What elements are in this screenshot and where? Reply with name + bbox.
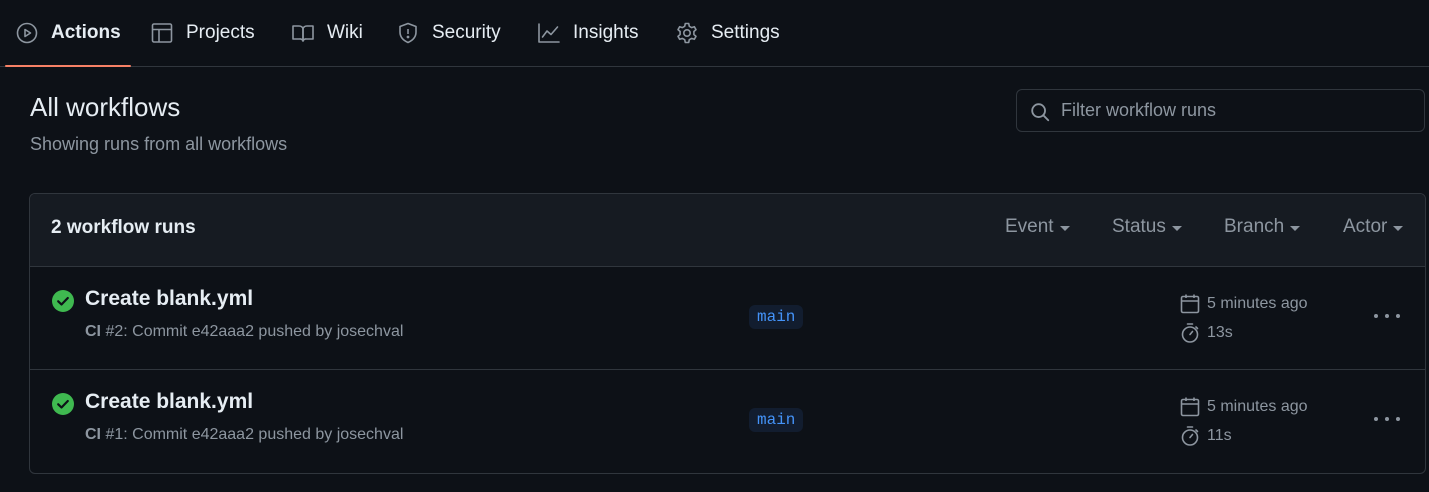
page-subtitle: Showing runs from all workflows [30,134,288,154]
workflow-runs-list: 2 workflow runs Event Status Branch Acto… [29,193,1426,474]
stopwatch-icon [1179,425,1201,447]
repo-nav: Actions Projects Wiki Security Insights … [0,0,1429,67]
table-icon [150,21,174,45]
tab-label: Settings [711,22,780,43]
branch-filter-dropdown[interactable]: Branch [1224,216,1301,238]
kebab-dot [1396,314,1400,318]
duration: 11s [1207,427,1232,444]
run-duration: 11s [1179,425,1232,447]
gear-icon [675,21,699,45]
tab-label: Projects [186,22,255,43]
filter-label: Event [1005,216,1054,237]
caret-down-icon [1059,225,1070,231]
tab-label: Actions [51,22,121,43]
runs-header: 2 workflow runs Event Status Branch Acto… [30,194,1425,267]
kebab-dot [1385,314,1389,318]
calendar-icon [1179,396,1201,418]
run-description: #2: Commit e42aaa2 pushed by josechval [101,323,404,340]
run-meta: CI #2: Commit e42aaa2 pushed by josechva… [85,323,403,341]
time-ago: 5 minutes ago [1207,398,1308,415]
run-title-link[interactable]: Create blank.yml [85,390,253,414]
tab-label: Security [432,22,501,43]
tab-label: Insights [573,22,639,43]
workflow-run-row[interactable]: Create blank.yml CI #1: Commit e42aaa2 p… [30,370,1425,473]
kebab-dot [1374,314,1378,318]
duration: 13s [1207,324,1233,341]
filter-label: Actor [1343,216,1388,237]
run-title-link[interactable]: Create blank.yml [85,287,253,311]
book-icon [291,21,315,45]
tab-settings[interactable]: Settings [675,0,780,66]
workflow-name: CI [85,323,101,340]
tab-wiki[interactable]: Wiki [291,0,363,66]
caret-down-icon [1393,225,1404,231]
filter-label: Branch [1224,216,1285,237]
shield-icon [396,21,420,45]
more-options-button[interactable] [1374,408,1400,430]
tab-insights[interactable]: Insights [537,0,638,66]
run-meta: CI #1: Commit e42aaa2 pushed by josechva… [85,426,403,444]
calendar-icon [1179,293,1201,315]
kebab-dot [1396,417,1400,421]
play-circle-icon [15,21,39,45]
kebab-dot [1374,417,1378,421]
more-options-button[interactable] [1374,305,1400,327]
tab-label: Wiki [327,22,363,43]
filter-search [1016,89,1425,132]
branch-label[interactable]: main [749,408,804,432]
event-filter-dropdown[interactable]: Event [1005,216,1070,238]
graph-icon [537,21,561,45]
tab-projects[interactable]: Projects [150,0,255,66]
tab-security[interactable]: Security [396,0,501,66]
stopwatch-icon [1179,322,1201,344]
branch-label[interactable]: main [749,305,804,329]
tab-actions[interactable]: Actions [5,0,131,67]
run-description: #1: Commit e42aaa2 pushed by josechval [101,426,404,443]
run-time: 5 minutes ago [1179,293,1308,315]
run-time: 5 minutes ago [1179,396,1308,418]
workflow-name: CI [85,426,101,443]
filter-workflow-runs-input[interactable] [1061,90,1416,131]
run-duration: 13s [1179,322,1233,344]
time-ago: 5 minutes ago [1207,295,1308,312]
check-circle-icon [52,290,74,312]
filter-label: Status [1112,216,1166,237]
actor-filter-dropdown[interactable]: Actor [1343,216,1404,238]
check-circle-icon [52,393,74,415]
page-title: All workflows [30,92,181,122]
search-icon [1029,101,1051,123]
workflow-run-row[interactable]: Create blank.yml CI #2: Commit e42aaa2 p… [30,267,1425,370]
caret-down-icon [1171,225,1182,231]
kebab-dot [1385,417,1389,421]
status-filter-dropdown[interactable]: Status [1112,216,1182,238]
caret-down-icon [1290,225,1301,231]
runs-count: 2 workflow runs [51,217,196,238]
